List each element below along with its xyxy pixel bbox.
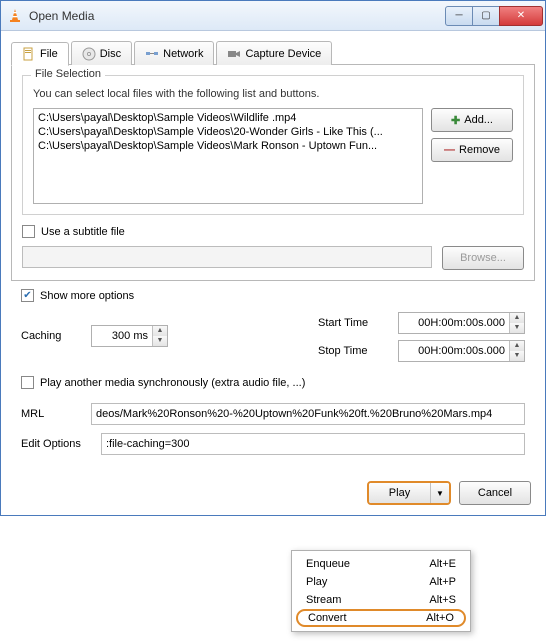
file-selection-group: File Selection You can select local file…	[22, 75, 524, 215]
plus-icon: ✚	[451, 114, 460, 127]
file-icon	[22, 47, 36, 61]
maximize-button[interactable]: ▢	[472, 6, 500, 26]
more-options-area: Caching ▲▼ Start Time ▲▼	[11, 312, 535, 469]
menu-label: Convert	[308, 612, 347, 624]
spin-down-icon[interactable]: ▼	[510, 323, 524, 333]
tab-disc[interactable]: Disc	[71, 41, 132, 65]
browse-button-label: Browse...	[460, 252, 506, 264]
tab-network-label: Network	[163, 48, 203, 60]
subtitle-checkbox[interactable]	[22, 225, 35, 238]
list-item[interactable]: C:\Users\payal\Desktop\Sample Videos\Wil…	[36, 111, 420, 125]
play-button[interactable]: Play	[369, 483, 431, 503]
file-selection-legend: File Selection	[31, 68, 105, 80]
play-button-label: Play	[389, 487, 410, 499]
edit-options-label: Edit Options	[21, 438, 91, 450]
close-button[interactable]: ✕	[499, 6, 543, 26]
play-split-button[interactable]: Play ▼	[367, 481, 451, 505]
play-dropdown-arrow[interactable]: ▼	[431, 483, 449, 503]
network-icon	[145, 47, 159, 61]
start-time-spinbox[interactable]: ▲▼	[398, 312, 525, 334]
start-time-value[interactable]	[399, 317, 509, 329]
tab-bar: File Disc Network Capture Device	[11, 41, 535, 65]
file-list[interactable]: C:\Users\payal\Desktop\Sample Videos\Wil…	[33, 108, 423, 204]
remove-button[interactable]: — Remove	[431, 138, 513, 162]
mrl-input[interactable]	[91, 403, 525, 425]
tab-network[interactable]: Network	[134, 41, 214, 65]
spin-down-icon[interactable]: ▼	[510, 351, 524, 361]
play-dropdown-menu: Enqueue Alt+E Play Alt+P Stream Alt+S Conve…	[291, 550, 471, 632]
add-button-label: Add...	[464, 114, 493, 126]
menu-label: Enqueue	[306, 558, 350, 570]
stop-time-label: Stop Time	[318, 345, 388, 357]
tab-capture-label: Capture Device	[245, 48, 321, 60]
play-another-label: Play another media synchronously (extra …	[40, 377, 305, 389]
open-media-window: Open Media ─ ▢ ✕ File Disc Network Captu…	[0, 0, 546, 516]
capture-icon	[227, 47, 241, 61]
tab-file-label: File	[40, 48, 58, 60]
list-item[interactable]: C:\Users\payal\Desktop\Sample Videos\20-…	[36, 125, 420, 139]
show-more-label: Show more options	[40, 290, 134, 302]
show-more-checkbox[interactable]	[21, 289, 34, 302]
stop-time-spinbox[interactable]: ▲▼	[398, 340, 525, 362]
menu-shortcut: Alt+S	[429, 594, 456, 606]
add-button[interactable]: ✚ Add...	[431, 108, 513, 132]
stop-time-value[interactable]	[399, 345, 509, 357]
subtitle-checkbox-label: Use a subtitle file	[41, 226, 125, 238]
spin-up-icon[interactable]: ▲	[510, 341, 524, 351]
caching-label: Caching	[21, 330, 81, 342]
menu-item-enqueue[interactable]: Enqueue Alt+E	[292, 555, 470, 573]
vlc-icon	[7, 8, 23, 24]
spin-up-icon[interactable]: ▲	[510, 313, 524, 323]
tab-panel-file: File Selection You can select local file…	[11, 64, 535, 281]
browse-button: Browse...	[442, 246, 524, 270]
tab-capture[interactable]: Capture Device	[216, 41, 332, 65]
file-selection-hint: You can select local files with the foll…	[33, 88, 513, 100]
mrl-label: MRL	[21, 408, 81, 420]
titlebar: Open Media ─ ▢ ✕	[1, 1, 545, 31]
menu-shortcut: Alt+O	[426, 612, 454, 624]
window-controls: ─ ▢ ✕	[446, 6, 543, 26]
cancel-button-label: Cancel	[478, 487, 512, 499]
caching-spinbox[interactable]: ▲▼	[91, 325, 168, 347]
spin-up-icon[interactable]: ▲	[153, 326, 167, 336]
minus-icon: —	[444, 144, 455, 156]
cancel-button[interactable]: Cancel	[459, 481, 531, 505]
subtitle-path-input	[22, 246, 432, 268]
menu-shortcut: Alt+E	[429, 558, 456, 570]
spin-down-icon[interactable]: ▼	[153, 336, 167, 346]
list-item[interactable]: C:\Users\payal\Desktop\Sample Videos\Mar…	[36, 139, 420, 153]
caching-value[interactable]	[92, 330, 152, 342]
play-another-checkbox[interactable]	[21, 376, 34, 389]
start-time-label: Start Time	[318, 317, 388, 329]
menu-item-convert[interactable]: Convert Alt+O	[296, 609, 466, 627]
tab-disc-label: Disc	[100, 48, 121, 60]
window-title: Open Media	[29, 9, 446, 23]
action-bar: Play ▼ Cancel	[1, 473, 545, 515]
menu-item-stream[interactable]: Stream Alt+S	[292, 591, 470, 609]
menu-item-play[interactable]: Play Alt+P	[292, 573, 470, 591]
menu-shortcut: Alt+P	[429, 576, 456, 588]
minimize-button[interactable]: ─	[445, 6, 473, 26]
edit-options-input[interactable]	[101, 433, 525, 455]
remove-button-label: Remove	[459, 144, 500, 156]
tab-file[interactable]: File	[11, 42, 69, 66]
menu-label: Play	[306, 576, 327, 588]
disc-icon	[82, 47, 96, 61]
menu-label: Stream	[306, 594, 341, 606]
